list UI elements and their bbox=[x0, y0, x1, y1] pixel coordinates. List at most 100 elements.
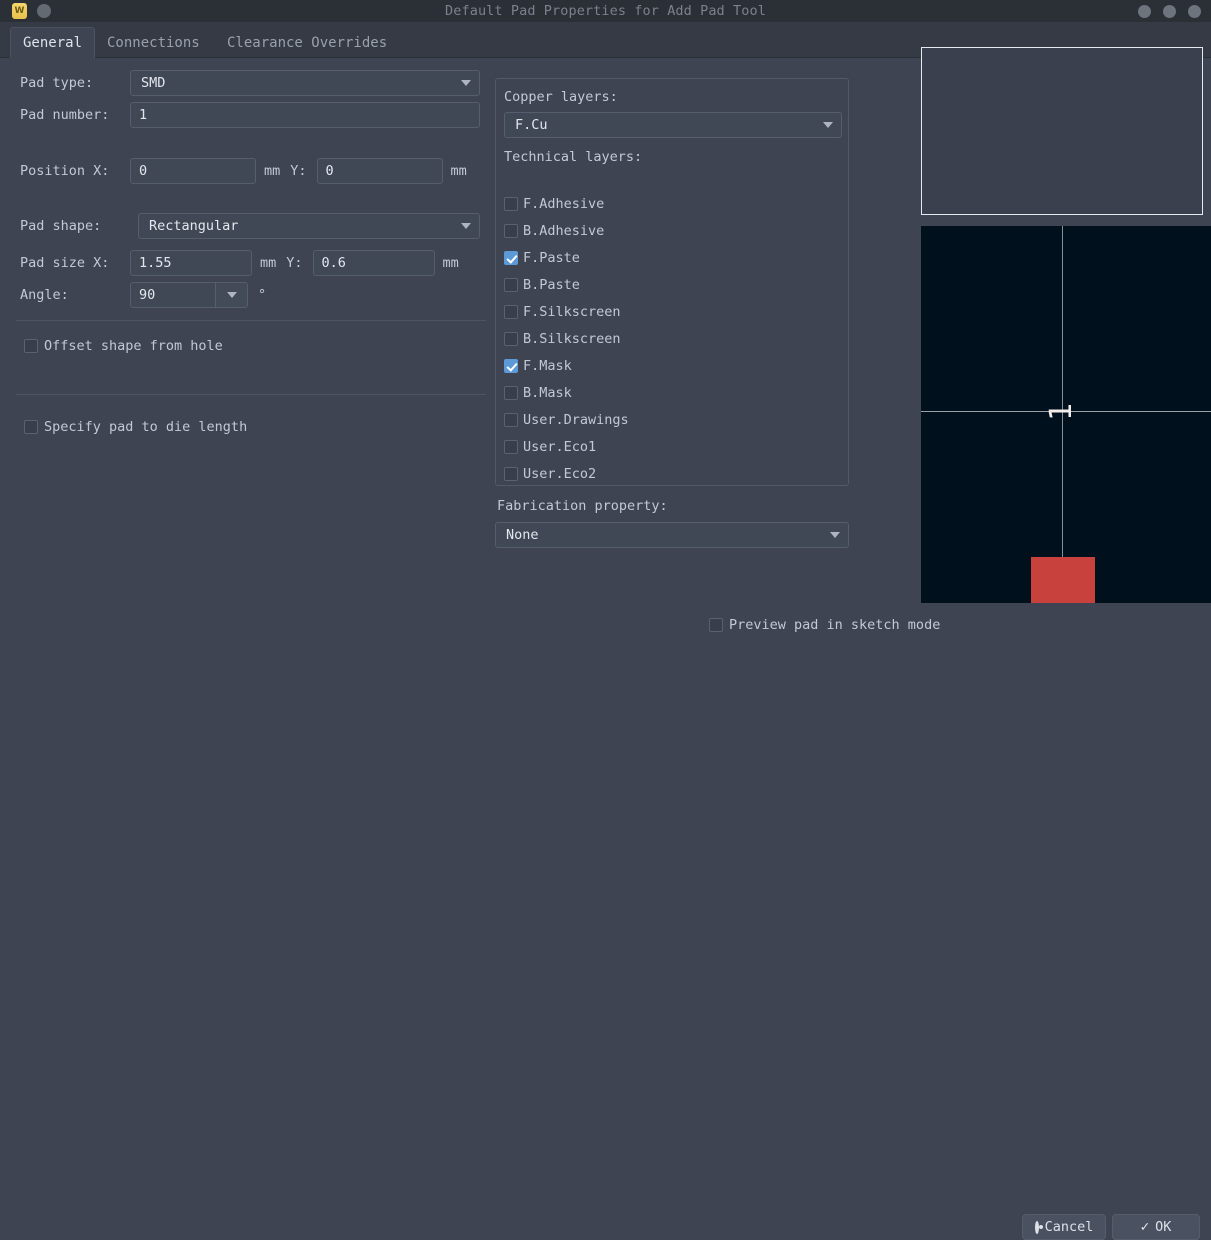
technical-layers-label: Technical layers: bbox=[504, 149, 643, 165]
pad-shape-select[interactable]: Rectangular bbox=[138, 213, 480, 239]
divider-1 bbox=[16, 320, 486, 321]
window-controls bbox=[1138, 0, 1201, 22]
sketch-mode-checkbox-row[interactable]: Preview pad in sketch mode bbox=[709, 617, 940, 633]
die-length-checkbox[interactable] bbox=[24, 420, 38, 434]
tab-general[interactable]: General bbox=[10, 27, 96, 58]
layer-label: F.Mask bbox=[523, 357, 572, 374]
pad-shape-label: Pad shape: bbox=[20, 218, 102, 234]
layer-item[interactable]: B.Silkscreen bbox=[504, 325, 629, 352]
check-icon: ✓ bbox=[1140, 1219, 1150, 1235]
layer-item[interactable]: F.Silkscreen bbox=[504, 298, 629, 325]
chevron-down-icon bbox=[226, 292, 237, 298]
layer-item[interactable]: B.Mask bbox=[504, 379, 629, 406]
layer-checkbox-b-mask[interactable] bbox=[504, 385, 518, 400]
position-y-unit: mm bbox=[450, 163, 467, 179]
dialog-footer: Preview pad in sketch mode Cancel ✓ OK bbox=[0, 603, 1211, 1240]
pad-size-y-unit: mm bbox=[442, 255, 459, 271]
layer-checkbox-user-eco1[interactable] bbox=[504, 439, 518, 454]
cancel-icon bbox=[1034, 1220, 1044, 1234]
fabrication-property-group: Fabrication property: None bbox=[495, 498, 849, 548]
chevron-down-icon bbox=[461, 80, 471, 86]
layer-item[interactable]: F.Paste bbox=[504, 244, 629, 271]
pad-preview-canvas[interactable]: 1 bbox=[921, 226, 1211, 603]
pad-type-row: Pad type: SMD bbox=[20, 70, 480, 96]
layer-checkbox-f-paste[interactable] bbox=[504, 250, 518, 265]
chevron-down-icon bbox=[461, 223, 471, 229]
copper-layers-select[interactable]: F.Cu bbox=[504, 112, 842, 138]
pad-number-row: Pad number: 1 bbox=[20, 102, 480, 128]
angle-input[interactable]: 90 bbox=[131, 283, 215, 307]
pad-shape-value: Rectangular bbox=[149, 218, 239, 234]
close-button[interactable] bbox=[1188, 4, 1201, 18]
pad-type-label: Pad type: bbox=[20, 75, 94, 91]
layer-item[interactable]: User.Drawings bbox=[504, 406, 629, 433]
position-x-input[interactable]: 0 bbox=[130, 158, 256, 184]
layer-item[interactable]: B.Adhesive bbox=[504, 217, 629, 244]
pad-size-y-input[interactable]: 0.6 bbox=[312, 250, 435, 276]
maximize-button[interactable] bbox=[1163, 4, 1176, 18]
position-y-label: Y: bbox=[290, 163, 307, 179]
position-y-input[interactable]: 0 bbox=[316, 158, 443, 184]
pad-type-value: SMD bbox=[141, 75, 166, 91]
layer-item[interactable]: F.Mask bbox=[504, 352, 629, 379]
chevron-down-icon bbox=[830, 532, 840, 538]
pad-number-input[interactable]: 1 bbox=[130, 102, 480, 128]
layer-checkbox-user-drawings[interactable] bbox=[504, 412, 518, 427]
general-form-panel: Pad type: SMD Pad number: 1 Position X: … bbox=[10, 58, 490, 593]
position-x-label: Position X: bbox=[20, 163, 110, 179]
pad-size-y-label: Y: bbox=[286, 255, 303, 271]
angle-row: Angle: 90 ° bbox=[20, 282, 266, 308]
layer-checkbox-f-adhesive[interactable] bbox=[504, 196, 518, 211]
layer-label: User.Drawings bbox=[523, 411, 629, 428]
divider-2 bbox=[16, 394, 486, 395]
angle-dropdown-button[interactable] bbox=[215, 283, 247, 307]
position-row: Position X: 0 mm Y: 0 mm bbox=[20, 158, 467, 184]
layer-label: B.Mask bbox=[523, 384, 572, 401]
layers-group-box: Copper layers: F.Cu Technical layers: F.… bbox=[495, 78, 849, 486]
layer-checkbox-user-eco2[interactable] bbox=[504, 466, 518, 481]
die-length-checkbox-row[interactable]: Specify pad to die length bbox=[24, 419, 247, 435]
minimize-button[interactable] bbox=[1138, 4, 1151, 18]
layer-label: User.Eco2 bbox=[523, 465, 597, 482]
layer-label: F.Silkscreen bbox=[523, 303, 621, 320]
cancel-button[interactable]: Cancel bbox=[1022, 1214, 1106, 1240]
ok-button-label: OK bbox=[1155, 1219, 1172, 1235]
layer-checkbox-b-paste[interactable] bbox=[504, 277, 518, 292]
offset-shape-checkbox[interactable] bbox=[24, 339, 38, 353]
offset-shape-checkbox-row[interactable]: Offset shape from hole bbox=[24, 338, 223, 354]
fabrication-property-value: None bbox=[506, 527, 539, 543]
pad-number-preview-label: 1 bbox=[1043, 402, 1079, 422]
angle-combo[interactable]: 90 bbox=[130, 282, 248, 308]
layer-label: F.Paste bbox=[523, 249, 580, 266]
tab-clearance-overrides[interactable]: Clearance Overrides bbox=[215, 27, 399, 58]
fabrication-property-select[interactable]: None bbox=[495, 522, 849, 548]
layer-label: F.Adhesive bbox=[523, 195, 605, 212]
sketch-mode-label: Preview pad in sketch mode bbox=[729, 617, 941, 633]
pad-size-x-label: Pad size X: bbox=[20, 255, 110, 271]
offset-shape-label: Offset shape from hole bbox=[44, 338, 223, 354]
ok-button[interactable]: ✓ OK bbox=[1112, 1214, 1200, 1240]
tab-connections[interactable]: Connections bbox=[95, 27, 212, 58]
layer-label: B.Paste bbox=[523, 276, 580, 293]
pad-number-label: Pad number: bbox=[20, 107, 110, 123]
layer-checkbox-b-silkscreen[interactable] bbox=[504, 331, 518, 346]
pad-size-x-input[interactable]: 1.55 bbox=[130, 250, 252, 276]
layer-item[interactable]: F.Adhesive bbox=[504, 190, 629, 217]
technical-layers-list: F.Adhesive B.Adhesive F.Paste B.Paste F.… bbox=[504, 190, 629, 487]
sketch-mode-checkbox[interactable] bbox=[709, 618, 723, 632]
window-title: Default Pad Properties for Add Pad Tool bbox=[445, 3, 766, 19]
pad-shape-preview bbox=[1031, 557, 1095, 603]
layer-label: User.Eco1 bbox=[523, 438, 597, 455]
pad-type-select[interactable]: SMD bbox=[130, 70, 480, 96]
cancel-button-label: Cancel bbox=[1044, 1219, 1094, 1235]
layer-checkbox-f-mask[interactable] bbox=[504, 358, 518, 373]
chevron-down-icon bbox=[823, 122, 833, 128]
layer-label: B.Silkscreen bbox=[523, 330, 621, 347]
layer-checkbox-f-silkscreen[interactable] bbox=[504, 304, 518, 319]
layer-item[interactable]: B.Paste bbox=[504, 271, 629, 298]
layer-checkbox-b-adhesive[interactable] bbox=[504, 223, 518, 238]
pad-size-row: Pad size X: 1.55 mm Y: 0.6 mm bbox=[20, 250, 459, 276]
position-x-unit: mm bbox=[264, 163, 281, 179]
layer-item[interactable]: User.Eco2 bbox=[504, 460, 629, 487]
layer-item[interactable]: User.Eco1 bbox=[504, 433, 629, 460]
